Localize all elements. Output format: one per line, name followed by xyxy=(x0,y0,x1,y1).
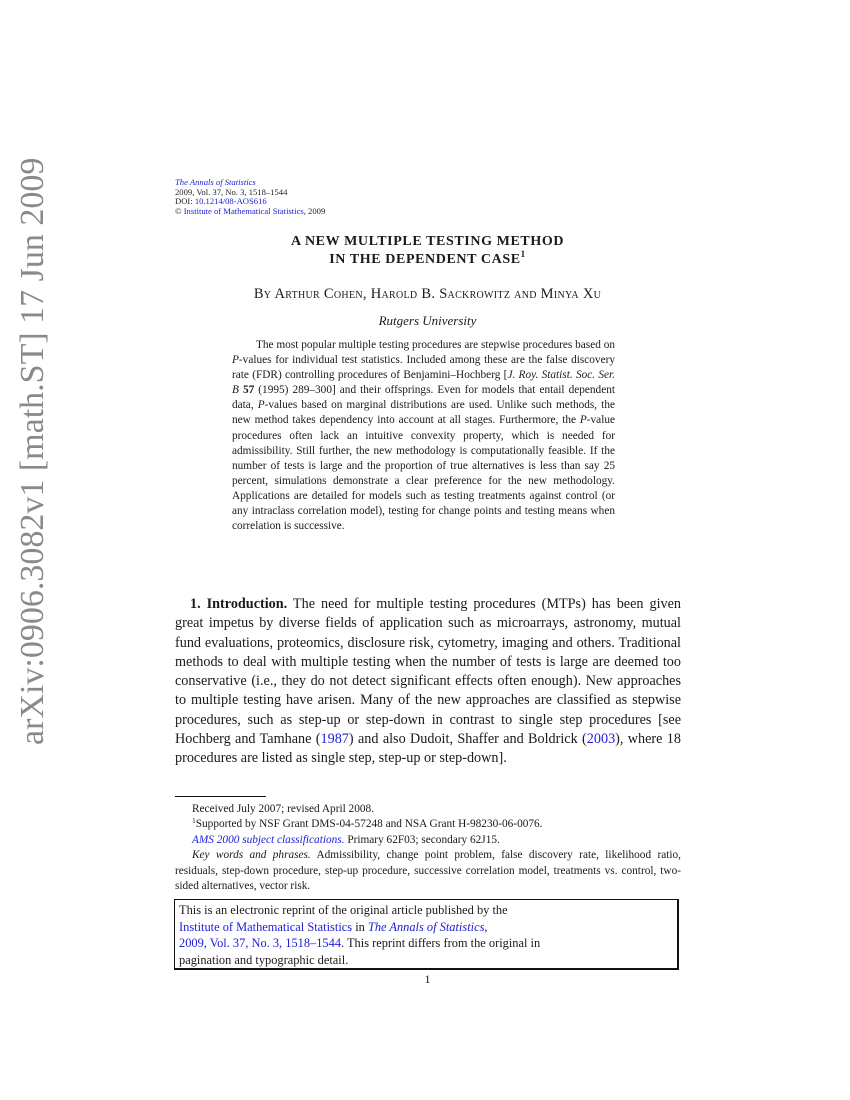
abstract-text: The most popular multiple testing proced… xyxy=(256,339,615,351)
title-footnote-mark: 1 xyxy=(520,249,526,259)
intro-text: The need for multiple testing procedures… xyxy=(175,596,681,748)
citation-link-2003[interactable]: 2003 xyxy=(587,731,615,747)
math-p: P xyxy=(257,399,265,412)
abstract-text: -value procedures often lack an intuitiv… xyxy=(232,414,615,533)
citation-link[interactable]: 2009, Vol. 37, No. 3, 1518–1544 xyxy=(179,936,341,950)
journal-header: The Annals of Statistics 2009, Vol. 37, … xyxy=(175,177,326,216)
reprint-text: in xyxy=(352,919,368,934)
journal-volume: 57 xyxy=(242,384,255,397)
math-p: P xyxy=(232,354,239,367)
arxiv-stamp: arXiv:0906.3082v1 [math.ST] 17 Jun 2009 xyxy=(14,157,51,745)
title-line-1: A NEW MULTIPLE TESTING METHOD xyxy=(290,234,565,249)
section-heading: 1. Introduction. xyxy=(190,596,288,612)
copyright-year: , 2009 xyxy=(303,205,326,216)
abstract-text: -values based on marginal distributions … xyxy=(232,399,615,427)
publisher-link[interactable]: Institute of Mathematical Statistics xyxy=(179,920,352,934)
reprint-text: . This reprint differs from the original… xyxy=(341,936,541,951)
doi-link[interactable]: 10.1214/08-AOS616 xyxy=(195,196,267,206)
reprint-line-4: pagination and typographic detail. xyxy=(179,953,349,968)
footnote-divider xyxy=(175,796,266,797)
intro-text: ) and also Dudoit, Shaffer and Boldrick … xyxy=(348,731,587,748)
reprint-notice-box: This is an electronic reprint of the ori… xyxy=(174,899,679,970)
math-p: P xyxy=(579,414,587,427)
journal-link[interactable]: The Annals of Statistics xyxy=(368,920,484,934)
page-number: 1 xyxy=(424,972,431,986)
affiliation: Rutgers University xyxy=(378,313,477,328)
doi-label: DOI: xyxy=(175,196,195,207)
ams-classification-text: Primary 62F03; secondary 62J15. xyxy=(344,833,500,846)
copyright-icon: © xyxy=(175,205,182,216)
journal-name-link[interactable]: The Annals of Statistics xyxy=(175,177,256,187)
paper-title: A NEW MULTIPLE TESTING METHOD IN THE DEP… xyxy=(175,233,680,269)
footnotes: Received July 2007; revised April 2008. … xyxy=(175,802,681,894)
citation-link-1987[interactable]: 1987 xyxy=(321,731,349,747)
authors: By Arthur Cohen, Harold B. Sackrowitz an… xyxy=(253,286,602,302)
introduction-section: 1. Introduction. The need for multiple t… xyxy=(175,595,681,769)
publisher-link[interactable]: Institute of Mathematical Statistics xyxy=(184,206,304,216)
received-note: Received July 2007; revised April 2008. xyxy=(192,803,374,815)
reprint-line-1: This is an electronic reprint of the ori… xyxy=(179,903,508,917)
ams-classification-link[interactable]: AMS 2000 subject classifications. xyxy=(192,834,345,846)
title-line-2: IN THE DEPENDENT CASE xyxy=(329,252,521,267)
abstract: The most popular multiple testing proced… xyxy=(232,338,615,534)
keywords-label: Key words and phrases. xyxy=(192,849,311,862)
support-note: Supported by NSF Grant DMS-04-57248 and … xyxy=(195,818,543,831)
reprint-text: , xyxy=(484,919,488,934)
